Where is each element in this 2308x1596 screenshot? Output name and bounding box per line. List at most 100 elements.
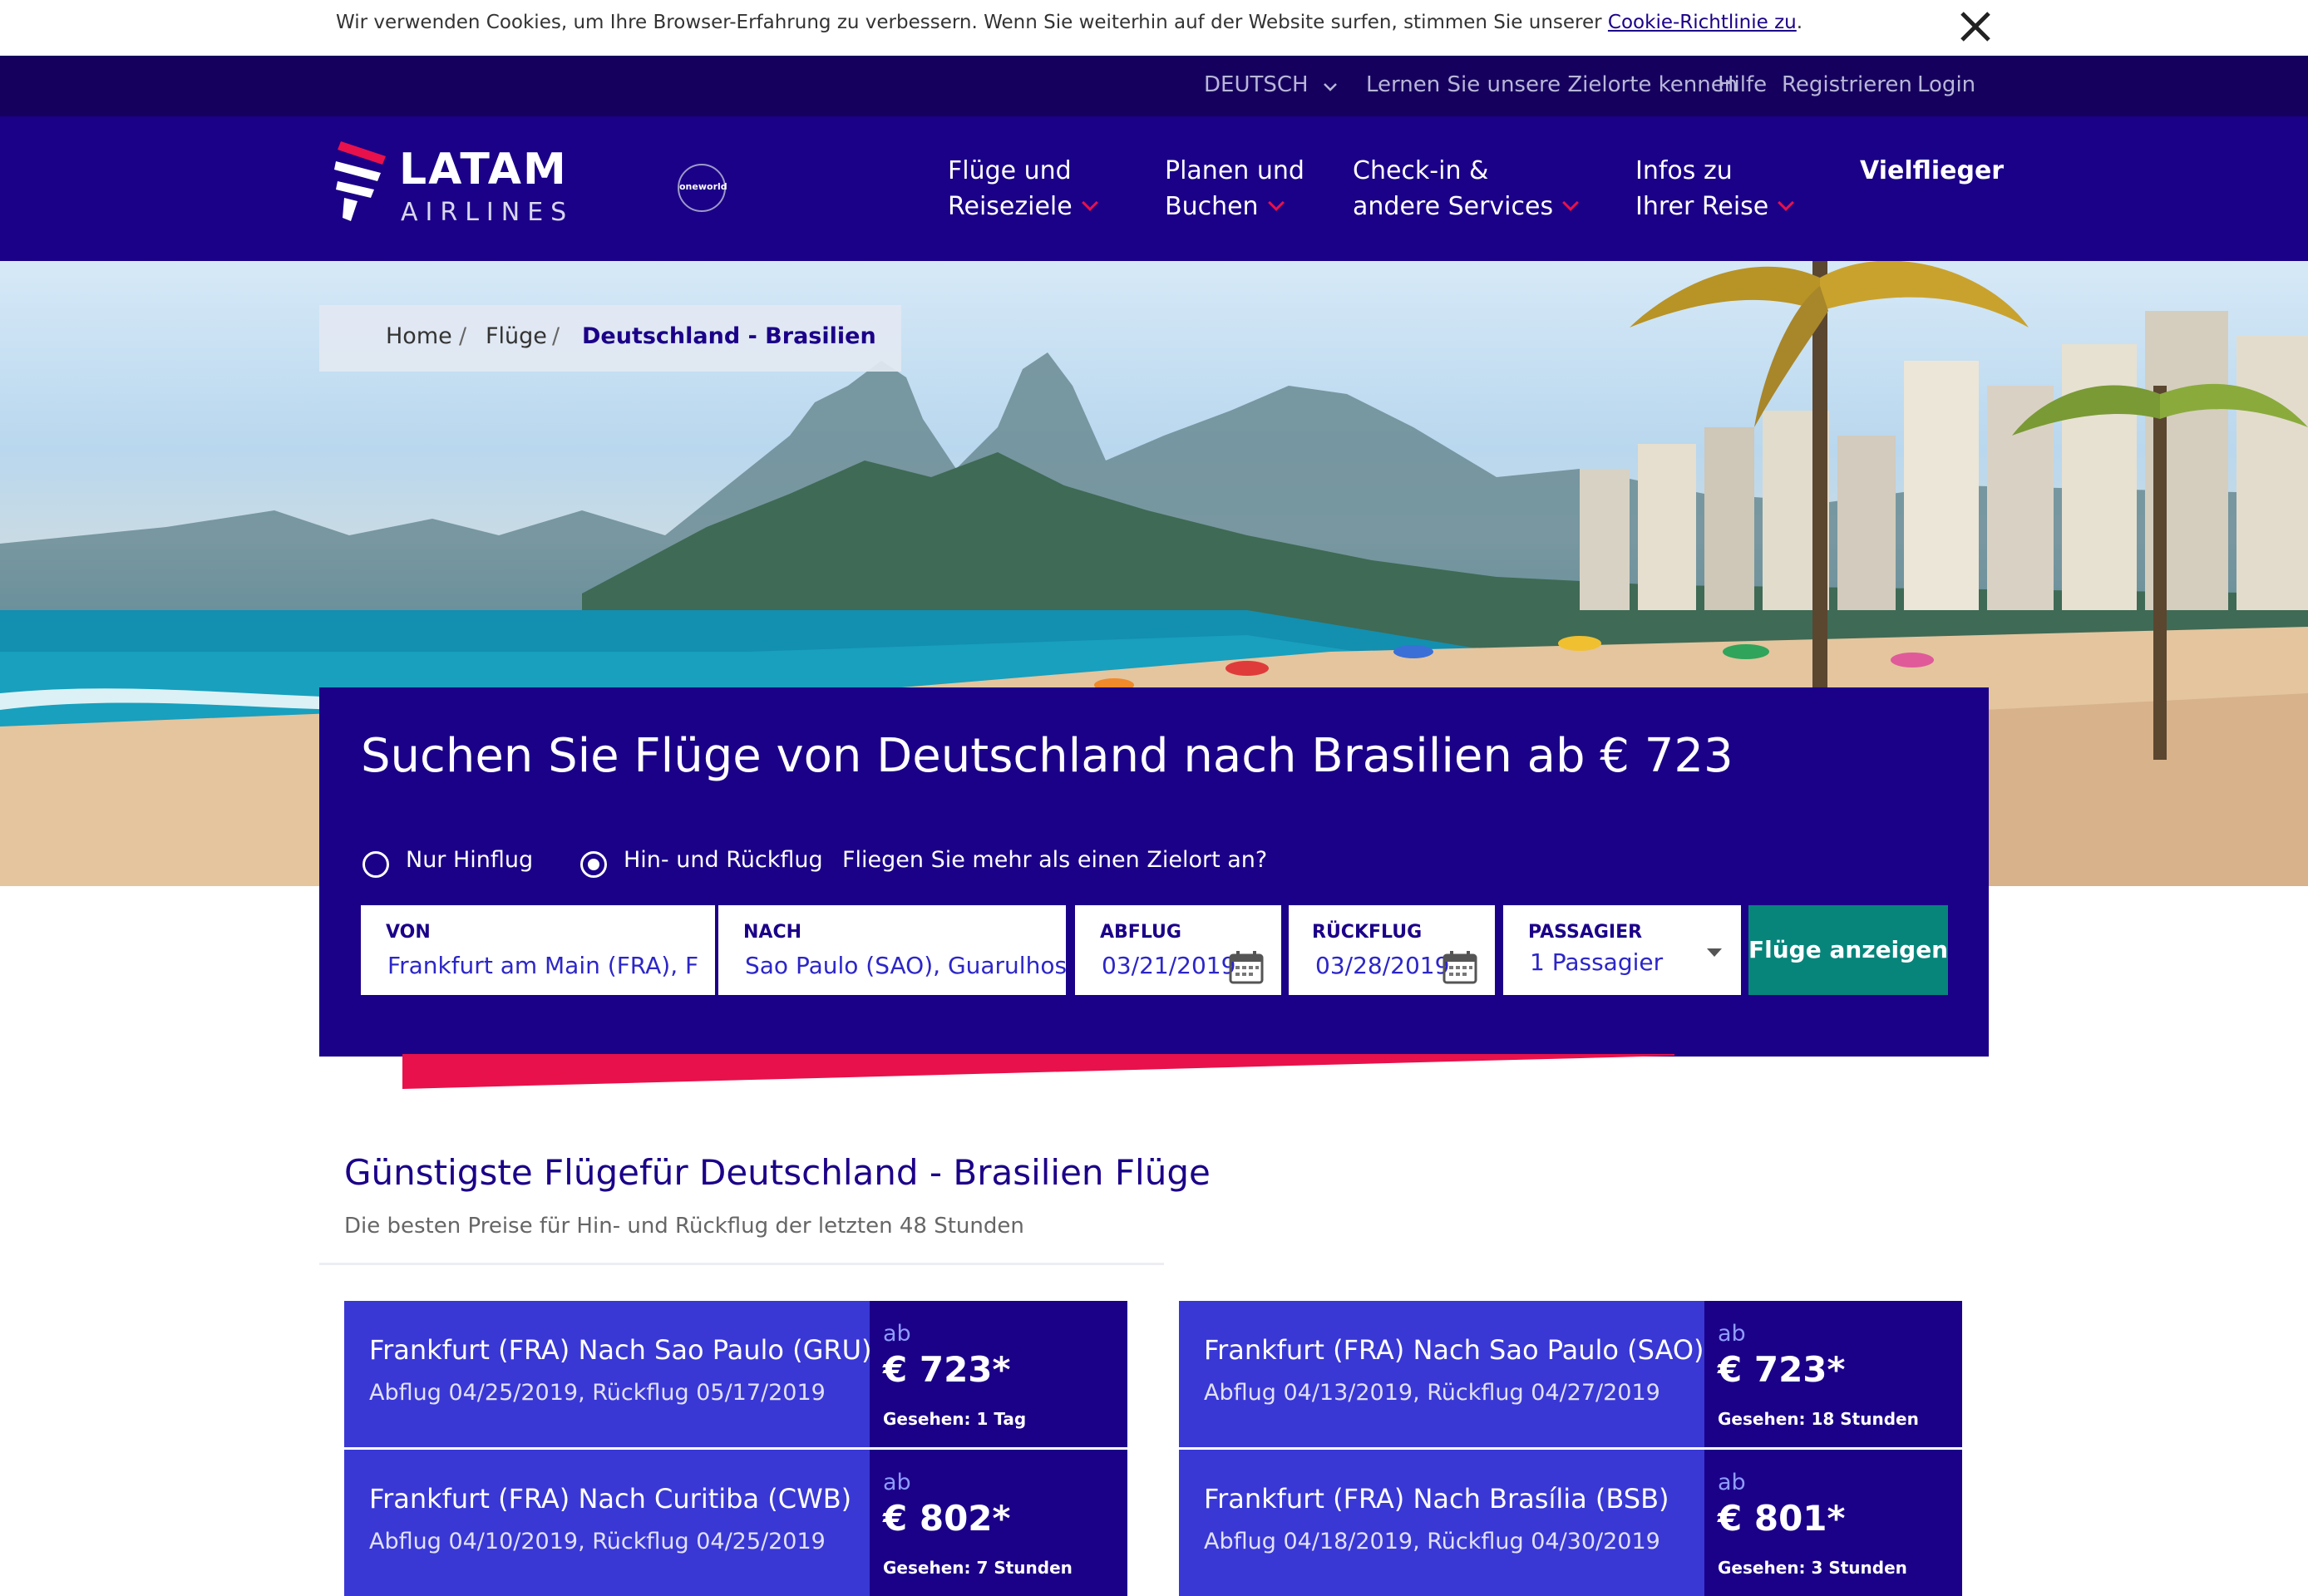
- price-prefix: ab: [1718, 1470, 1746, 1495]
- oneworld-logo: oneworld: [678, 164, 727, 212]
- register-link[interactable]: Registrieren: [1782, 72, 1912, 97]
- origin-label: VON: [386, 922, 431, 943]
- help-link[interactable]: Hilfe: [1718, 72, 1767, 97]
- latam-logo-mark: [334, 141, 386, 221]
- chevron-down-icon: [1562, 195, 1579, 211]
- calendar-icon[interactable]: [1442, 950, 1478, 985]
- nav-checkin-services[interactable]: Check-in & andere Services: [1353, 153, 1579, 224]
- deal-route: Frankfurt (FRA) Nach Sao Paulo (GRU): [369, 1334, 872, 1366]
- chevron-down-icon: [1267, 195, 1285, 211]
- language-label: DEUTSCH: [1204, 72, 1309, 97]
- deal-route: Frankfurt (FRA) Nach Curitiba (CWB): [369, 1483, 852, 1515]
- radio-label: Nur Hinflug: [406, 847, 534, 873]
- chevron-down-icon: [1778, 195, 1795, 211]
- deal-price-box: ab € 802* Gesehen: 7 Stunden: [870, 1450, 1127, 1596]
- search-title: Suchen Sie Flüge von Deutschland nach Br…: [361, 729, 1733, 783]
- deal-price: € 802*: [883, 1498, 1011, 1539]
- nav-flights-destinations[interactable]: Flüge und Reiseziele: [948, 153, 1098, 224]
- flight-deal-card[interactable]: Frankfurt (FRA) Nach Sao Paulo (SAO) Abf…: [1179, 1301, 1962, 1447]
- cookie-policy-link[interactable]: Cookie-Richtlinie zu: [1608, 12, 1797, 33]
- deal-price: € 723*: [883, 1349, 1011, 1390]
- deal-price-box: ab € 801* Gesehen: 3 Stunden: [1704, 1450, 1962, 1596]
- nav-label: Flüge und: [948, 156, 1072, 185]
- deal-seen: Gesehen: 1 Tag: [883, 1409, 1027, 1429]
- origin-field[interactable]: VON Frankfurt am Main (FRA), F: [361, 905, 715, 995]
- nav-frequent-flyer[interactable]: Vielflieger: [1860, 153, 2004, 189]
- flight-deal-card[interactable]: Frankfurt (FRA) Nach Curitiba (CWB) Abfl…: [344, 1450, 1127, 1596]
- accent-stripe: [402, 1054, 1674, 1089]
- deal-seen: Gesehen: 18 Stunden: [1718, 1409, 1919, 1429]
- dropdown-caret-icon: [1707, 948, 1722, 957]
- passenger-select[interactable]: PASSAGIER 1 Passagier: [1503, 905, 1741, 995]
- flight-search-panel: Suchen Sie Flüge von Deutschland nach Br…: [319, 687, 1989, 1057]
- price-prefix: ab: [883, 1470, 911, 1495]
- passenger-label: PASSAGIER: [1528, 922, 1643, 943]
- deal-seen: Gesehen: 3 Stunden: [1718, 1558, 1907, 1578]
- logo-subtitle: AIRLINES: [401, 198, 575, 227]
- radio-label: Hin- und Rückflug: [624, 847, 823, 873]
- deal-dates: Abflug 04/10/2019, Rückflug 04/25/2019: [369, 1529, 826, 1554]
- price-prefix: ab: [883, 1321, 911, 1347]
- oneworld-label: oneworld: [679, 181, 727, 192]
- price-prefix: ab: [1718, 1321, 1746, 1347]
- logo-wordmark: LATAM: [399, 145, 568, 195]
- return-value[interactable]: 03/28/2019: [1315, 952, 1449, 979]
- nav-label: Reiseziele: [948, 192, 1073, 221]
- destination-field[interactable]: NACH Sao Paulo (SAO), Guarulhos: [718, 905, 1066, 995]
- deal-info: Frankfurt (FRA) Nach Sao Paulo (GRU) Abf…: [344, 1301, 872, 1447]
- departure-date-field[interactable]: ABFLUG 03/21/2019: [1075, 905, 1281, 995]
- section-divider: [319, 1263, 1164, 1265]
- deal-price-box: ab € 723* Gesehen: 18 Stunden: [1704, 1301, 1962, 1447]
- deal-dates: Abflug 04/18/2019, Rückflug 04/30/2019: [1204, 1529, 1660, 1554]
- destination-value[interactable]: Sao Paulo (SAO), Guarulhos: [745, 952, 1066, 979]
- origin-value[interactable]: Frankfurt am Main (FRA), F: [387, 952, 698, 979]
- flight-deal-card[interactable]: Frankfurt (FRA) Nach Brasília (BSB) Abfl…: [1179, 1450, 1962, 1596]
- main-navigation: LATAM AIRLINES oneworld Flüge und Reisez…: [0, 116, 2308, 261]
- cookie-suffix: .: [1796, 12, 1803, 33]
- breadcrumb-separator: /: [459, 323, 467, 349]
- breadcrumb-flights[interactable]: Flüge: [486, 323, 547, 349]
- deal-dates: Abflug 04/25/2019, Rückflug 05/17/2019: [369, 1380, 826, 1406]
- nav-label: Planen und: [1165, 156, 1304, 185]
- cookie-text: Wir verwenden Cookies, um Ihre Browser-E…: [336, 12, 1803, 33]
- login-link[interactable]: Login: [1917, 72, 1975, 97]
- return-label: RÜCKFLUG: [1312, 922, 1423, 943]
- breadcrumb-current: Deutschland - Brasilien: [582, 323, 876, 349]
- cheapest-flights-title: Günstigste Flügefür Deutschland - Brasil…: [344, 1152, 1211, 1193]
- nav-plan-book[interactable]: Planen und Buchen: [1165, 153, 1304, 224]
- deal-info: Frankfurt (FRA) Nach Brasília (BSB) Abfl…: [1179, 1450, 1704, 1596]
- passenger-value[interactable]: 1 Passagier: [1530, 948, 1663, 976]
- deal-dates: Abflug 04/13/2019, Rückflug 04/27/2019: [1204, 1380, 1660, 1406]
- multi-city-link[interactable]: Fliegen Sie mehr als einen Zielort an?: [842, 847, 1267, 873]
- latam-logo[interactable]: LATAM AIRLINES: [333, 140, 590, 239]
- language-selector[interactable]: DEUTSCH: [1204, 72, 1339, 97]
- deal-info: Frankfurt (FRA) Nach Curitiba (CWB) Abfl…: [344, 1450, 870, 1596]
- return-date-field[interactable]: RÜCKFLUG 03/28/2019: [1289, 905, 1495, 995]
- chevron-down-icon: [1323, 83, 1337, 91]
- breadcrumb-separator: /: [552, 323, 560, 349]
- close-icon[interactable]: [1959, 8, 1992, 45]
- nav-label: Infos zu: [1635, 156, 1733, 185]
- cookie-banner: Wir verwenden Cookies, um Ihre Browser-E…: [0, 0, 2308, 56]
- deal-price: € 723*: [1718, 1349, 1846, 1390]
- destinations-link[interactable]: Lernen Sie unsere Zielorte kennen: [1366, 72, 1738, 97]
- breadcrumb-home[interactable]: Home: [386, 323, 452, 349]
- nav-label: Ihrer Reise: [1635, 192, 1769, 221]
- top-utility-bar: DEUTSCH Lernen Sie unsere Zielorte kenne…: [0, 56, 2308, 116]
- cookie-message: Wir verwenden Cookies, um Ihre Browser-E…: [336, 12, 1608, 33]
- flight-deal-card[interactable]: Frankfurt (FRA) Nach Sao Paulo (GRU) Abf…: [344, 1301, 1127, 1447]
- radio-circle-selected: [580, 851, 607, 878]
- chevron-down-icon: [1081, 195, 1098, 211]
- show-flights-button[interactable]: Flüge anzeigen: [1748, 905, 1948, 995]
- deal-seen: Gesehen: 7 Stunden: [883, 1558, 1073, 1578]
- radio-circle: [362, 851, 389, 878]
- destination-label: NACH: [743, 922, 801, 943]
- nav-travel-info[interactable]: Infos zu Ihrer Reise: [1635, 153, 1795, 224]
- nav-label: Check-in &: [1353, 156, 1489, 185]
- deal-route: Frankfurt (FRA) Nach Sao Paulo (SAO): [1204, 1334, 1704, 1366]
- deal-price-box: ab € 723* Gesehen: 1 Tag: [870, 1301, 1127, 1447]
- departure-value[interactable]: 03/21/2019: [1102, 952, 1235, 979]
- nav-label: Vielflieger: [1860, 156, 2005, 185]
- nav-label: andere Services: [1353, 192, 1554, 221]
- calendar-icon[interactable]: [1228, 950, 1265, 985]
